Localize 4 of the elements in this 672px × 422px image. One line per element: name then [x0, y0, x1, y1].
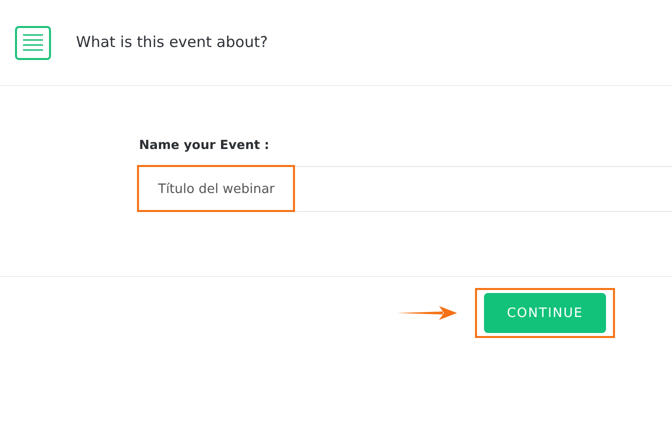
- field-label: Name your Event :: [139, 137, 270, 152]
- section-title: What is this event about?: [76, 32, 268, 50]
- event-name-field[interactable]: Título del webinar: [137, 166, 672, 212]
- list-icon: [15, 26, 51, 60]
